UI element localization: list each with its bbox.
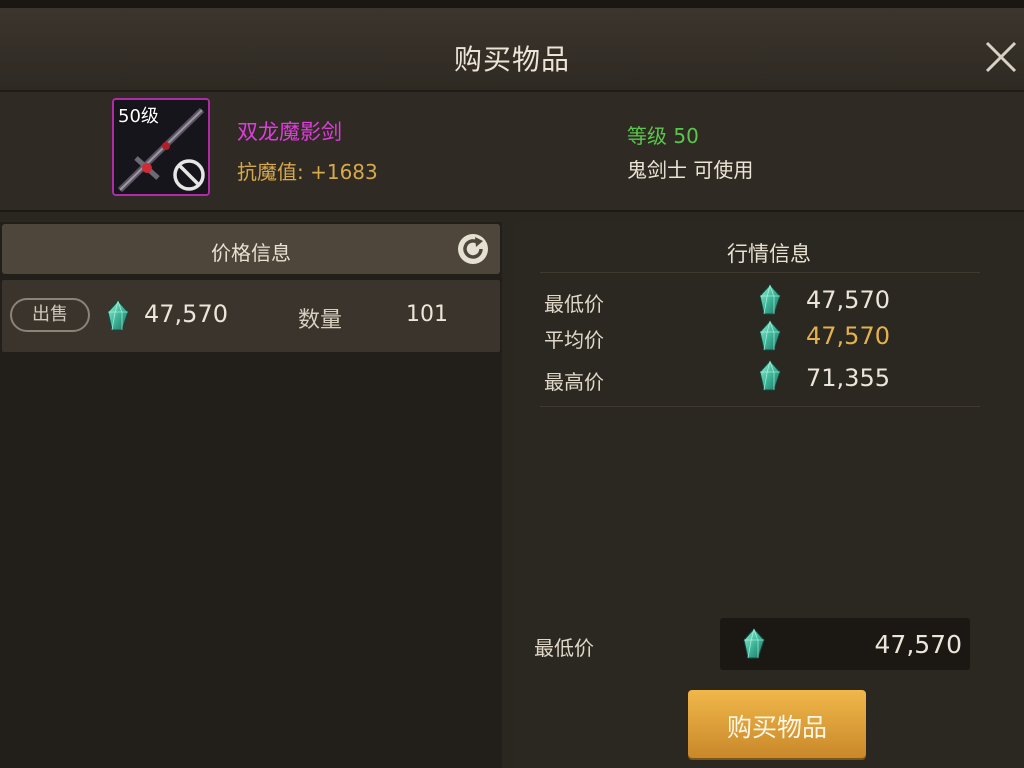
gem-currency-icon [758, 360, 782, 392]
window-title: 购买物品 [453, 43, 570, 76]
market-lowest-value: 47,570 [806, 286, 890, 314]
no-use-icon [173, 159, 205, 191]
listing-row[interactable]: 出售 47,570 数量 101 [2, 280, 500, 352]
purchase-price-label: 最低价 [534, 636, 594, 660]
listing-price: 47,570 [144, 300, 228, 328]
market-highest-label: 最高价 [544, 370, 604, 394]
item-resist-stat: 抗魔值: +1683 [237, 160, 378, 184]
refresh-icon[interactable] [456, 232, 490, 266]
item-required-level: 等级 50 [627, 124, 699, 148]
gem-currency-icon [106, 300, 130, 332]
sell-tag: 出售 [10, 298, 90, 332]
market-lowest-label: 最低价 [544, 292, 604, 316]
gem-currency-icon [758, 284, 782, 316]
top-strip [0, 0, 1024, 8]
buy-button-label: 购买物品 [726, 713, 827, 742]
item-icon-frame[interactable]: 50级 [112, 98, 210, 196]
market-divider-top [540, 272, 980, 273]
quantity-label: 数量 [298, 308, 343, 333]
quantity-value: 101 [406, 302, 448, 327]
market-info-title: 行情信息 [727, 242, 811, 266]
price-info-title: 价格信息 [211, 241, 291, 265]
price-info-header: 价格信息 [2, 224, 500, 274]
purchase-price-value: 47,570 [874, 630, 962, 659]
purchase-price-box: 47,570 [720, 618, 970, 670]
title-bar: 购买物品 [0, 8, 1024, 92]
market-average-label: 平均价 [544, 328, 604, 352]
close-icon[interactable] [982, 38, 1020, 76]
item-name: 双龙魔影剑 [237, 120, 342, 144]
buy-button[interactable]: 购买物品 [688, 690, 866, 758]
gem-currency-icon [758, 320, 782, 352]
market-divider-bottom [540, 406, 980, 407]
item-usable-class: 鬼剑士 可使用 [627, 158, 754, 182]
item-level-badge: 50级 [118, 106, 159, 127]
market-average-value: 47,570 [806, 322, 890, 350]
gem-currency-icon [742, 628, 766, 660]
market-highest-value: 71,355 [806, 364, 890, 392]
